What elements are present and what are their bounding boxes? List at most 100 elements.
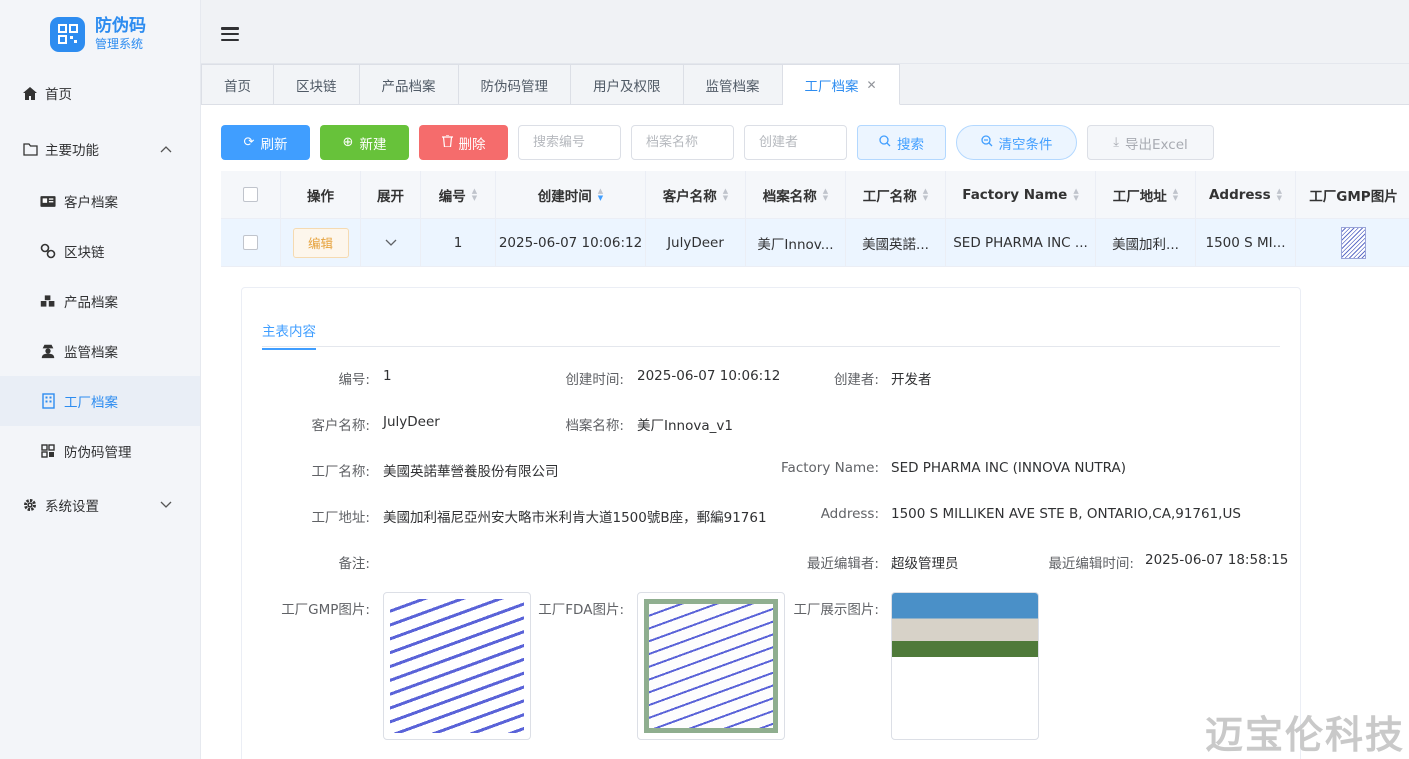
create-button[interactable]: ⊕ 新建 (320, 125, 409, 160)
select-all-checkbox[interactable] (243, 187, 258, 202)
sort-icon[interactable]: ▲ ▼ (472, 187, 477, 202)
qr-code-icon (40, 443, 56, 459)
nav-product-archive-label: 产品档案 (64, 295, 118, 311)
factory-photo-image[interactable] (891, 592, 1039, 740)
nav-anticounterfeit-code[interactable]: 防伪码管理 (0, 426, 200, 476)
col-header-addr[interactable]: 工厂地址 ▲ ▼ (1096, 171, 1196, 218)
tab-factory-archive[interactable]: 工厂档案 ✕ (782, 64, 900, 105)
label-customer: 客户名称: (311, 418, 370, 434)
label-creator: 创建者: (833, 372, 879, 388)
download-icon: ⤓ (1113, 135, 1119, 150)
nav-system-settings[interactable]: 系统设置 (0, 480, 200, 530)
gmp-certificate-image[interactable] (383, 592, 531, 740)
col-header-customer[interactable]: 客户名称 ▲ ▼ (646, 171, 746, 218)
nav-main-functions-label: 主要功能 (45, 143, 99, 159)
value-edit-time: 2025-06-07 18:58:15 (1145, 552, 1289, 568)
nav-product-archive[interactable]: 产品档案 (0, 276, 200, 326)
expand-chevron-icon[interactable] (385, 235, 397, 251)
sort-icon[interactable]: ▲ ▼ (598, 187, 603, 202)
tab-anticounterfeit[interactable]: 防伪码管理 (458, 64, 571, 105)
col-header-label: 工厂地址 (1112, 188, 1167, 205)
col-header-factory-en[interactable]: Factory Name ▲ ▼ (946, 171, 1096, 218)
value-created: 2025-06-07 10:06:12 (637, 368, 781, 384)
col-header-factory[interactable]: 工厂名称 ▲ ▼ (846, 171, 946, 218)
nav-supervision-archive[interactable]: 监管档案 (0, 326, 200, 376)
col-header-label: 客户名称 (662, 188, 717, 205)
close-icon[interactable]: ✕ (867, 78, 877, 92)
edit-button[interactable]: 编辑 (292, 227, 349, 258)
gmp-thumbnail[interactable] (1341, 226, 1366, 259)
search-number-input[interactable] (518, 125, 621, 160)
delete-button[interactable]: 删除 (419, 125, 508, 160)
nav-customer-archive-label: 客户档案 (64, 195, 118, 211)
creator-input[interactable] (744, 125, 847, 160)
tab-supervision-archive[interactable]: 监管档案 (683, 64, 783, 105)
tab-label: 产品档案 (381, 78, 436, 95)
folder-icon (22, 141, 38, 157)
row-actions-cell: 编辑 (281, 219, 361, 266)
cell-addr: 美國加利... (1096, 219, 1196, 266)
search-icon (980, 134, 993, 151)
search-button[interactable]: 搜索 (857, 125, 946, 160)
plus-circle-icon: ⊕ (342, 135, 354, 150)
value-customer: JulyDeer (383, 414, 440, 430)
nav-supervision-archive-label: 监管档案 (64, 345, 118, 361)
nav-blockchain[interactable]: 区块链 (0, 226, 200, 276)
cell-customer: JulyDeer (646, 219, 746, 266)
sort-icon[interactable]: ▲ ▼ (1277, 187, 1282, 202)
label-edit-time: 最近编辑时间: (1048, 556, 1134, 572)
sort-icon[interactable]: ▲ ▼ (823, 187, 828, 202)
tab-home[interactable]: 首页 (201, 64, 274, 105)
app-logo[interactable]: 防伪码 管理系统 (50, 16, 146, 52)
create-label: 新建 (359, 136, 387, 153)
sort-icon[interactable]: ▲ ▼ (723, 187, 728, 202)
export-label: 导出Excel (1124, 136, 1188, 153)
chevron-up-icon (160, 141, 172, 157)
tab-label: 区块链 (296, 78, 337, 95)
clear-filters-button[interactable]: 清空条件 (956, 125, 1077, 160)
sort-icon[interactable]: ▲ ▼ (1173, 187, 1178, 202)
tab-blockchain[interactable]: 区块链 (274, 64, 360, 105)
col-header: 操作 (281, 171, 361, 218)
archive-name-input[interactable] (631, 125, 734, 160)
app-title: 防伪码 (95, 16, 146, 36)
tab-product-archive[interactable]: 产品档案 (359, 64, 459, 105)
toolbar: ⟳ 刷新 ⊕ 新建 删除 搜索 清空条件 ⤓ 导出Excel (221, 125, 1224, 160)
sort-icon[interactable]: ▲ ▼ (923, 187, 928, 202)
tab-users-permissions[interactable]: 用户及权限 (571, 64, 684, 105)
page-tabs: 首页 区块链 产品档案 防伪码管理 用户及权限 监管档案 工厂档案 ✕ (201, 64, 1409, 105)
value-addr: 美國加利福尼亞州安大略市米利肯大道1500號B座，郵編91761 (383, 510, 767, 526)
nav-home[interactable]: 首页 (0, 68, 200, 118)
row-checkbox[interactable] (243, 235, 258, 250)
nav-factory-archive[interactable]: 工厂档案 (0, 376, 200, 426)
label-show: 工厂展示图片: (793, 602, 879, 618)
nav-main-functions[interactable]: 主要功能 (0, 124, 200, 174)
col-header-address[interactable]: Address ▲ ▼ (1196, 171, 1296, 218)
gear-icon (22, 497, 38, 513)
sort-icon[interactable]: ▲ ▼ (1073, 187, 1078, 202)
qr-logo-icon (50, 16, 85, 52)
nav-customer-archive[interactable]: 客户档案 (0, 176, 200, 226)
delete-label: 删除 (458, 136, 486, 153)
refresh-icon: ⟳ (243, 135, 255, 150)
col-header-archive[interactable]: 档案名称 ▲ ▼ (746, 171, 846, 218)
export-excel-button[interactable]: ⤓ 导出Excel (1087, 125, 1214, 160)
value-factory-en: SED PHARMA INC (INNOVA NUTRA) (891, 460, 1126, 476)
col-header-id[interactable]: 编号 ▲ ▼ (421, 171, 496, 218)
certificate-graphic (390, 599, 524, 733)
label-editor: 最近编辑者: (806, 556, 879, 572)
search-icon (879, 134, 891, 151)
label-fda: 工厂FDA图片: (538, 602, 624, 618)
menu-toggle-icon[interactable] (221, 27, 239, 41)
cell-gmp-image (1296, 219, 1409, 266)
refresh-button[interactable]: ⟳ 刷新 (221, 125, 310, 160)
label-note: 备注: (338, 556, 370, 572)
main-content: ⟳ 刷新 ⊕ 新建 删除 搜索 清空条件 ⤓ 导出Excel 操作 展开 编号 ▲▼ 创… (201, 105, 1409, 759)
home-icon (22, 85, 38, 101)
table-row[interactable]: 编辑 1 2025-06-07 10:06:12 JulyDeer 美厂Inno… (221, 219, 1409, 267)
cell-address: 1500 S MI... (1196, 219, 1296, 266)
col-header-created[interactable]: 创建时间 ▲ ▼ (496, 171, 646, 218)
nav-blockchain-label: 区块链 (64, 245, 105, 261)
divider (262, 346, 1280, 347)
tab-label: 防伪码管理 (480, 78, 549, 95)
